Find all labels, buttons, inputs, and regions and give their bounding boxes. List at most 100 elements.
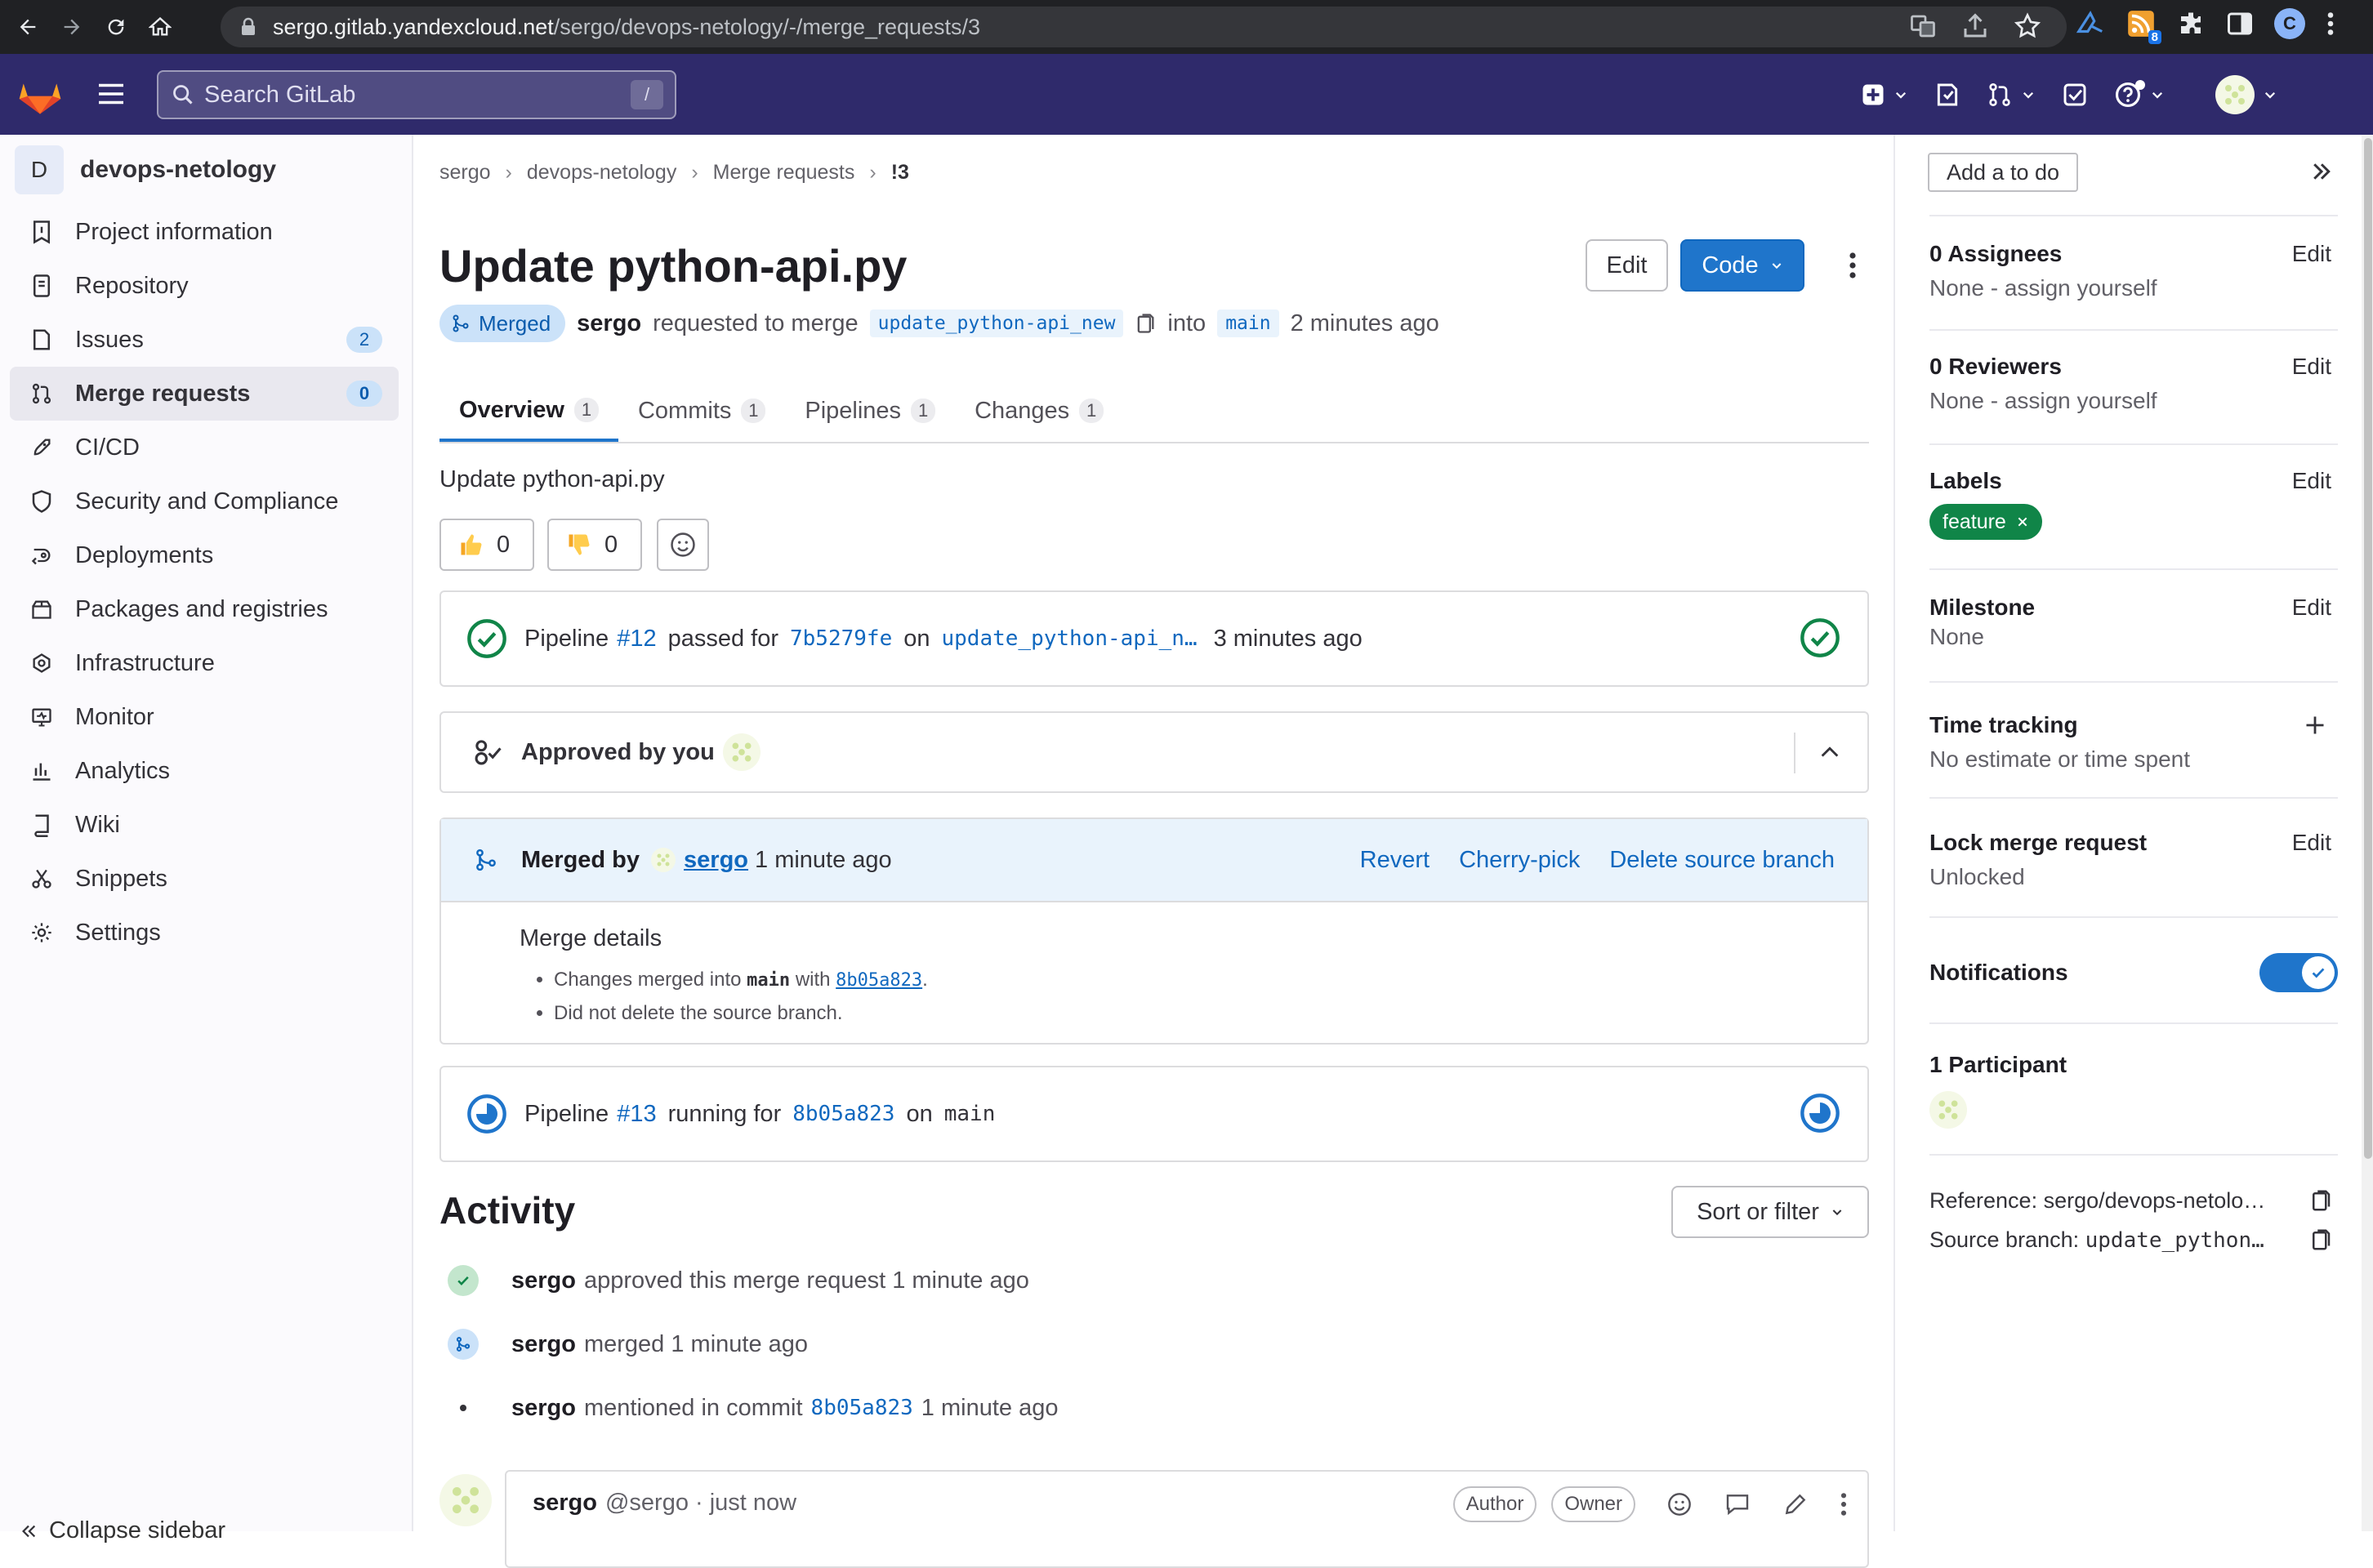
tab-pipelines[interactable]: Pipelines 1 [785, 381, 955, 440]
user-menu[interactable] [2209, 70, 2284, 119]
gitlab-logo-icon[interactable] [18, 74, 62, 116]
pipeline-passed-icon[interactable] [466, 617, 508, 660]
edit-button[interactable]: Edit [1586, 239, 1668, 292]
issues-topbar-icon[interactable] [1928, 70, 1967, 119]
branch-link[interactable]: update_python-api_n… [942, 626, 1198, 651]
thumbs-up-button[interactable]: 0 [439, 519, 534, 571]
sidebar-item-security[interactable]: Security and Compliance [10, 474, 399, 528]
sidebar-item-packages[interactable]: Packages and registries [10, 582, 399, 636]
delete-source-branch-button[interactable]: Delete source branch [1609, 847, 1835, 874]
sidebar-item-analytics[interactable]: Analytics [10, 744, 399, 798]
approver-avatar[interactable] [722, 733, 761, 771]
merge-commit-link[interactable]: 8b05a823 [836, 970, 922, 991]
participant-avatar[interactable] [1929, 1091, 2338, 1129]
cherry-pick-button[interactable]: Cherry-pick [1459, 847, 1580, 874]
sidebar-item-snippets[interactable]: Snippets [10, 852, 399, 906]
reply-icon[interactable] [1724, 1491, 1751, 1517]
page-scrollbar[interactable] [2362, 135, 2373, 1531]
pipeline-link[interactable]: #13 [617, 1101, 656, 1128]
copy-reference-icon[interactable] [2310, 1188, 2331, 1213]
breadcrumb-item[interactable]: !3 [891, 161, 909, 185]
sidebar-item-infrastructure[interactable]: Infrastructure [10, 636, 399, 690]
comment-author-avatar[interactable] [439, 1474, 492, 1526]
copy-branch-icon[interactable] [2310, 1227, 2331, 1252]
search-input[interactable]: Search GitLab / [157, 70, 676, 119]
activity-user[interactable]: sergo [511, 1331, 576, 1358]
bookmark-star-icon[interactable] [2013, 11, 2042, 41]
back-icon[interactable] [11, 11, 44, 43]
merger-link[interactable]: sergo [684, 847, 748, 874]
commit-link[interactable]: 8b05a823 [792, 1102, 894, 1126]
add-reaction-button[interactable] [657, 519, 709, 571]
copy-branch-icon[interactable] [1135, 312, 1156, 335]
code-dropdown-button[interactable]: Code [1680, 239, 1804, 292]
sidebar-item-wiki[interactable]: Wiki [10, 798, 399, 852]
rss-extension-icon[interactable]: 8 [2125, 8, 2161, 44]
pipeline-stage-passed-icon[interactable] [1799, 617, 1841, 659]
forward-icon[interactable] [56, 11, 88, 43]
sidebar-item-repository[interactable]: Repository [10, 259, 399, 313]
tab-overview[interactable]: Overview 1 [439, 381, 618, 442]
pipeline-stage-running-icon[interactable] [1799, 1092, 1841, 1134]
chrome-menu-icon[interactable] [2325, 9, 2336, 38]
puzzle-icon[interactable] [2176, 9, 2206, 38]
activity-user[interactable]: sergo [511, 1267, 576, 1294]
sidebar-item-ci-cd[interactable]: CI/CD [10, 421, 399, 474]
share-icon[interactable] [1960, 11, 1990, 41]
add-todo-button[interactable]: Add a to do [1928, 153, 2078, 192]
author-link[interactable]: sergo [577, 310, 641, 337]
extension-app-icon[interactable] [2075, 8, 2106, 39]
new-item-dropdown[interactable] [1854, 70, 1915, 119]
sidebar-item-merge-requests[interactable]: Merge requests 0 [10, 367, 399, 421]
kebab-icon[interactable] [1840, 1491, 1848, 1517]
todo-icon[interactable] [2055, 70, 2094, 119]
sidebar-item-project-information[interactable]: Project information [10, 205, 399, 259]
translate-icon[interactable] [1908, 11, 1938, 41]
branch-link[interactable]: main [944, 1102, 996, 1126]
notifications-toggle[interactable] [2259, 953, 2338, 992]
merge-requests-dropdown[interactable] [1980, 70, 2042, 119]
sort-filter-dropdown[interactable]: Sort or filter [1671, 1186, 1869, 1238]
assignees-value[interactable]: None - assign yourself [1929, 275, 2338, 301]
tab-changes[interactable]: Changes 1 [955, 381, 1123, 440]
reviewers-edit-button[interactable]: Edit [2292, 354, 2331, 380]
commit-link[interactable]: 8b05a823 [811, 1396, 913, 1420]
add-time-icon[interactable] [2304, 714, 2326, 737]
tab-commits[interactable]: Commits 1 [618, 381, 785, 440]
milestone-edit-button[interactable]: Edit [2292, 595, 2331, 621]
reviewers-value[interactable]: None - assign yourself [1929, 388, 2338, 414]
comment-author[interactable]: sergo [533, 1490, 597, 1517]
activity-user[interactable]: sergo [511, 1395, 576, 1422]
sidebar-item-settings[interactable]: Settings [10, 906, 399, 960]
commit-link[interactable]: 7b5279fe [790, 626, 892, 651]
address-bar[interactable]: sergo.gitlab.yandexcloud.net/sergo/devop… [221, 7, 2067, 47]
breadcrumb-item[interactable]: Merge requests [713, 161, 855, 185]
breadcrumb-item[interactable]: devops-netology [527, 161, 676, 185]
breadcrumb-item[interactable]: sergo [439, 161, 491, 185]
add-reaction-icon[interactable] [1666, 1491, 1693, 1517]
pipeline-link[interactable]: #12 [617, 626, 656, 653]
lock-edit-button[interactable]: Edit [2292, 830, 2331, 856]
thumbs-down-button[interactable]: 0 [547, 519, 642, 571]
source-branch-link[interactable]: update_python-api_new [869, 310, 1124, 337]
sidebar-item-issues[interactable]: Issues 2 [10, 313, 399, 367]
scrollbar-thumb[interactable] [2364, 138, 2372, 1159]
project-header[interactable]: D devops-netology [0, 135, 412, 205]
sidebar-item-deployments[interactable]: Deployments [10, 528, 399, 582]
edit-comment-icon[interactable] [1782, 1491, 1809, 1517]
labels-edit-button[interactable]: Edit [2292, 468, 2331, 494]
pipeline-running-icon[interactable] [466, 1093, 508, 1135]
more-actions-button[interactable] [1836, 239, 1869, 292]
sidepanel-icon[interactable] [2225, 9, 2255, 38]
reload-icon[interactable] [100, 11, 132, 43]
target-branch-link[interactable]: main [1217, 310, 1279, 337]
collapse-right-sidebar-icon[interactable] [2309, 159, 2334, 184]
hamburger-menu-icon[interactable] [96, 82, 126, 106]
chevron-up-icon[interactable] [1818, 741, 1841, 764]
help-dropdown[interactable] [2108, 70, 2171, 119]
assignees-edit-button[interactable]: Edit [2292, 241, 2331, 267]
label-feature[interactable]: feature [1929, 504, 2042, 540]
home-icon[interactable] [144, 11, 176, 43]
revert-button[interactable]: Revert [1360, 847, 1430, 874]
profile-avatar[interactable]: C [2274, 8, 2305, 39]
